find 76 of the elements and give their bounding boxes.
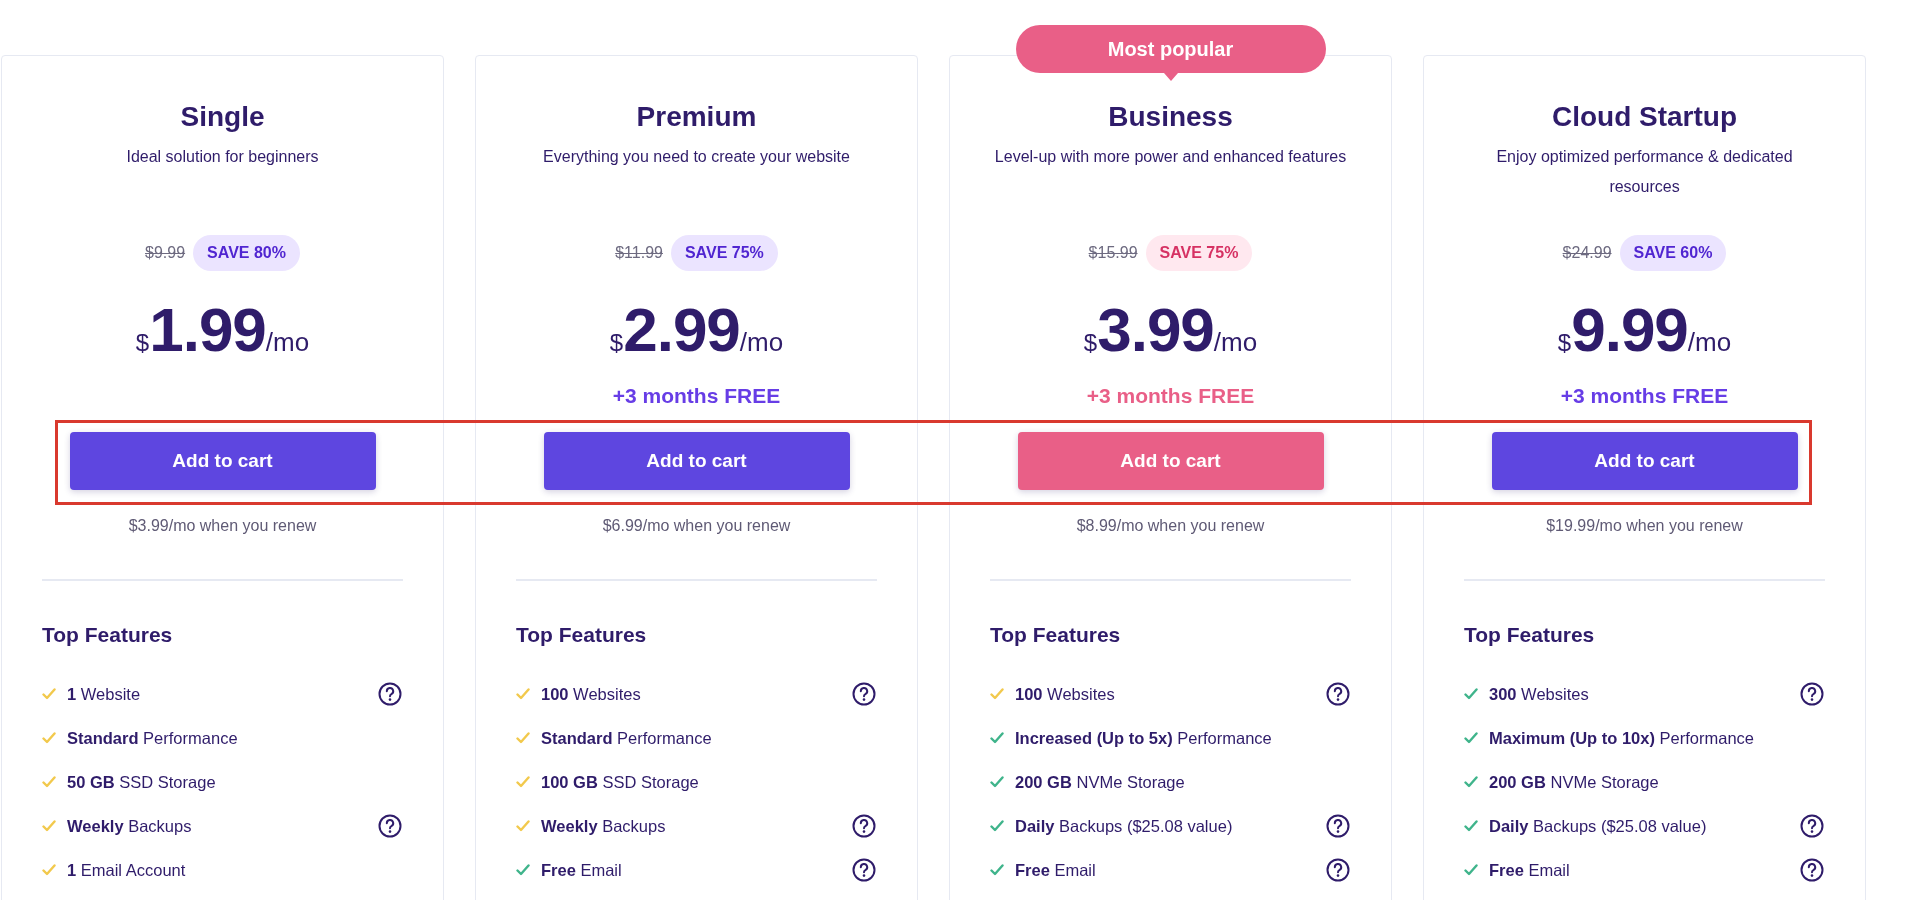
feature-text: Increased (Up to 5x) Performance xyxy=(1015,728,1273,748)
old-price: $11.99 xyxy=(615,244,663,262)
feature-text: 1 Email Account xyxy=(67,860,187,880)
plan-title: Business xyxy=(1108,100,1233,134)
help-icon[interactable] xyxy=(852,858,876,882)
feature-text: Free Email xyxy=(1015,860,1097,880)
feature-text: Standard Performance xyxy=(541,728,713,748)
help-icon[interactable] xyxy=(378,682,402,706)
add-to-cart-button[interactable]: Add to cart xyxy=(69,432,376,490)
discount-tag: SAVE 80% xyxy=(193,235,300,271)
discount-tag: SAVE 60% xyxy=(1619,235,1727,271)
feature-text: Standard Performance xyxy=(67,728,239,748)
help-icon[interactable] xyxy=(852,682,876,706)
plan-description: Everything you need to create your website xyxy=(543,147,850,167)
feature-text: Daily Backups ($25.08 value) xyxy=(1489,816,1708,836)
price-amount: 2.99 xyxy=(623,294,740,365)
add-to-cart-button[interactable]: Add to cart xyxy=(543,432,850,490)
feature-text: Maximum (Up to 10x) Performance xyxy=(1489,728,1755,748)
price-amount: 1.99 xyxy=(149,294,266,365)
help-icon[interactable] xyxy=(1800,682,1824,706)
badge-pointer xyxy=(1163,73,1178,81)
features-heading: Top Features xyxy=(1464,623,1596,647)
plan-title: Single xyxy=(180,100,265,134)
add-to-cart-button[interactable]: Add to cart xyxy=(1017,432,1324,490)
feature-text: Daily Backups ($25.08 value) xyxy=(1015,816,1234,836)
features-heading: Top Features xyxy=(516,623,648,647)
price-period: /mo xyxy=(1687,327,1732,358)
feature-text: Weekly Backups xyxy=(67,816,193,836)
price-amount: 9.99 xyxy=(1571,294,1688,365)
help-icon[interactable] xyxy=(852,814,876,838)
help-icon[interactable] xyxy=(378,814,402,838)
renewal-price: $19.99/mo when you renew xyxy=(1546,517,1743,535)
feature-text: Weekly Backups xyxy=(541,816,667,836)
plan-title: Premium xyxy=(636,100,757,134)
price-period: /mo xyxy=(739,327,784,358)
features-heading: Top Features xyxy=(990,623,1122,647)
feature-text: 200 GB NVMe Storage xyxy=(1489,772,1660,792)
add-to-cart-button[interactable]: Add to cart xyxy=(1491,432,1798,490)
feature-text: Free Email xyxy=(1489,860,1571,880)
old-price: $15.99 xyxy=(1088,244,1138,262)
popular-badge: Most popular xyxy=(1015,25,1326,73)
help-icon[interactable] xyxy=(1326,682,1350,706)
bonus-text: +3 months FREE xyxy=(612,384,781,408)
renewal-price: $3.99/mo when you renew xyxy=(128,517,317,535)
discount-tag: SAVE 75% xyxy=(670,235,778,271)
help-icon[interactable] xyxy=(1326,858,1350,882)
feature-text: 200 GB NVMe Storage xyxy=(1015,772,1186,792)
price-amount: 3.99 xyxy=(1097,294,1214,365)
feature-text: 50 GB SSD Storage xyxy=(67,772,217,792)
bonus-text: +3 months FREE xyxy=(1560,384,1729,408)
renewal-price: $8.99/mo when you renew xyxy=(1076,517,1265,535)
help-icon[interactable] xyxy=(1800,858,1824,882)
plan-title: Cloud Startup xyxy=(1551,100,1738,134)
currency-symbol: $ xyxy=(1083,329,1098,357)
discount-tag: SAVE 75% xyxy=(1145,235,1253,271)
feature-text: 100 GB SSD Storage xyxy=(541,772,700,792)
feature-text: 100 Websites xyxy=(1015,684,1116,704)
currency-symbol: $ xyxy=(609,329,624,357)
help-icon[interactable] xyxy=(1326,814,1350,838)
feature-text: Free Email xyxy=(541,860,623,880)
feature-text: 100 Websites xyxy=(541,684,642,704)
features-heading: Top Features xyxy=(42,623,174,647)
price-period: /mo xyxy=(265,327,310,358)
price-period: /mo xyxy=(1213,327,1258,358)
plan-description: Level-up with more power and enhanced features xyxy=(994,147,1347,167)
old-price: $24.99 xyxy=(1562,244,1612,262)
help-icon[interactable] xyxy=(1800,814,1824,838)
plan-description: Ideal solution for beginners xyxy=(126,147,319,167)
feature-text: 1 Website xyxy=(67,684,142,704)
plan-description: Enjoy optimized performance & dedicated resources xyxy=(1495,147,1794,197)
renewal-price: $6.99/mo when you renew xyxy=(602,517,791,535)
currency-symbol: $ xyxy=(135,329,150,357)
feature-text: 300 Websites xyxy=(1489,684,1590,704)
currency-symbol: $ xyxy=(1557,329,1572,357)
bonus-text: +3 months FREE xyxy=(1086,384,1255,408)
old-price: $9.99 xyxy=(145,244,186,262)
